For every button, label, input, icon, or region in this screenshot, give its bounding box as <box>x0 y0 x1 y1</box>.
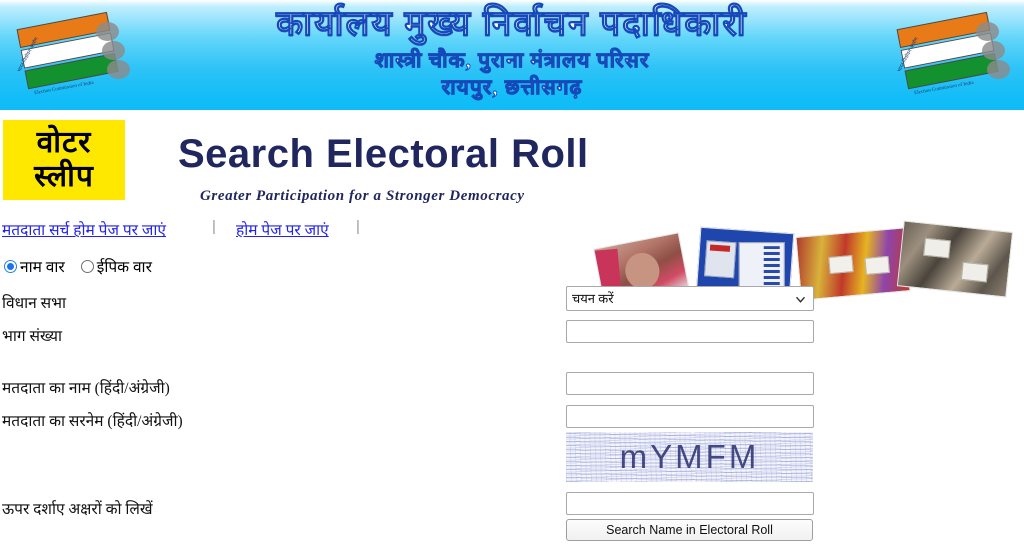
label-assembly: विधान सभा <box>2 295 67 312</box>
captcha-input[interactable] <box>566 492 814 515</box>
part-number-input[interactable] <box>566 320 814 343</box>
search-electoral-roll-banner: वोटर स्लीप Search Electoral Roll Greater… <box>0 110 1024 306</box>
evm-control-unit <box>704 240 737 279</box>
page-tagline: Greater Participation for a Stronger Dem… <box>200 188 525 204</box>
form-row-voter-name: मतदाता का नाम (हिंदी/अंग्रेजी) <box>0 371 1024 403</box>
radio-selected-icon[interactable] <box>4 259 17 273</box>
captcha-text: mYMFM <box>619 438 760 475</box>
voter-slip-line-one: वोटर <box>36 126 92 159</box>
assembly-select-value: चयन करें <box>572 291 614 306</box>
label-captcha-input: ऊपर दर्शाए अक्षरों को लिखें <box>2 501 153 518</box>
radio-label-epic-wise: ईपिक वार <box>96 259 152 276</box>
logo-dot-one <box>96 22 119 41</box>
banner-city-line: रायपुर, छत्तीसगढ़ <box>441 75 583 100</box>
logo-dot-two <box>102 41 125 60</box>
label-voter-surname: मतदाता का सरनेम (हिंदी/अंग्रेजी) <box>2 413 183 430</box>
navigation-links: मतदाता सर्च होम पेज पर जाएं | होम पेज पर… <box>0 218 1024 244</box>
voter-card-shape <box>960 261 989 283</box>
banner-office-title: कार्यालय मुख्य निर्वाचन पदाधिकारी <box>276 3 748 43</box>
page-title: Search Electoral Roll <box>178 132 589 176</box>
election-commission-of-india-logo-right: Election Commission of India भारत निर्वा… <box>888 8 1020 104</box>
label-part-number: भाग संख्या <box>2 328 63 345</box>
link-home-page[interactable]: होम पेज पर जाएं <box>236 218 329 240</box>
radio-label-name-wise: नाम वार <box>20 259 65 276</box>
radio-option-epic-wise[interactable]: ईपिक वार <box>80 255 162 277</box>
assembly-select[interactable]: चयन करें <box>566 286 814 311</box>
search-mode-radio-group: नाम वार ईपिक वार <box>4 255 168 277</box>
logo-dot-three <box>987 60 1010 79</box>
voter-card-shape <box>828 255 854 275</box>
form-row-part-number: भाग संख्या <box>0 319 1024 351</box>
link-voter-search-home[interactable]: मतदाता सर्च होम पेज पर जाएं <box>2 218 166 240</box>
banner-heading-block: कार्यालय मुख्य निर्वाचन पदाधिकारी शास्त्… <box>150 2 874 101</box>
radio-option-name-wise[interactable]: नाम वार <box>4 255 75 277</box>
voter-card-shape <box>864 255 890 275</box>
voter-slip-line-two: स्लीप <box>34 160 94 193</box>
office-header-banner: Election Commission of India भारत निर्वा… <box>0 0 1024 110</box>
chevron-down-icon <box>796 296 805 303</box>
form-row-submit: Search Name in Electoral Roll <box>0 519 1024 547</box>
election-commission-of-india-logo-left: Election Commission of India भारत निर्वा… <box>8 8 140 104</box>
link-separator: | <box>356 218 360 235</box>
search-name-in-electoral-roll-button[interactable]: Search Name in Electoral Roll <box>566 519 813 541</box>
label-voter-name: मतदाता का नाम (हिंदी/अंग्रेजी) <box>2 380 170 397</box>
logo-dot-two <box>982 41 1005 60</box>
banner-address-line: शास्त्री चौक, पुराना मंत्रालय परिसर <box>374 48 650 73</box>
link-separator: | <box>212 218 216 235</box>
logo-dot-one <box>976 22 999 41</box>
captcha-image: mYMFM <box>566 432 813 482</box>
voter-surname-input[interactable] <box>566 405 814 428</box>
form-row-captcha-image: mYMFM <box>0 432 1024 488</box>
logo-dot-three <box>107 60 130 79</box>
radio-unselected-icon[interactable] <box>80 259 94 273</box>
form-row-assembly: विधान सभा चयन करें <box>0 286 1024 318</box>
voter-slip-logo: वोटर स्लीप <box>3 120 125 200</box>
voter-name-input[interactable] <box>566 372 814 395</box>
